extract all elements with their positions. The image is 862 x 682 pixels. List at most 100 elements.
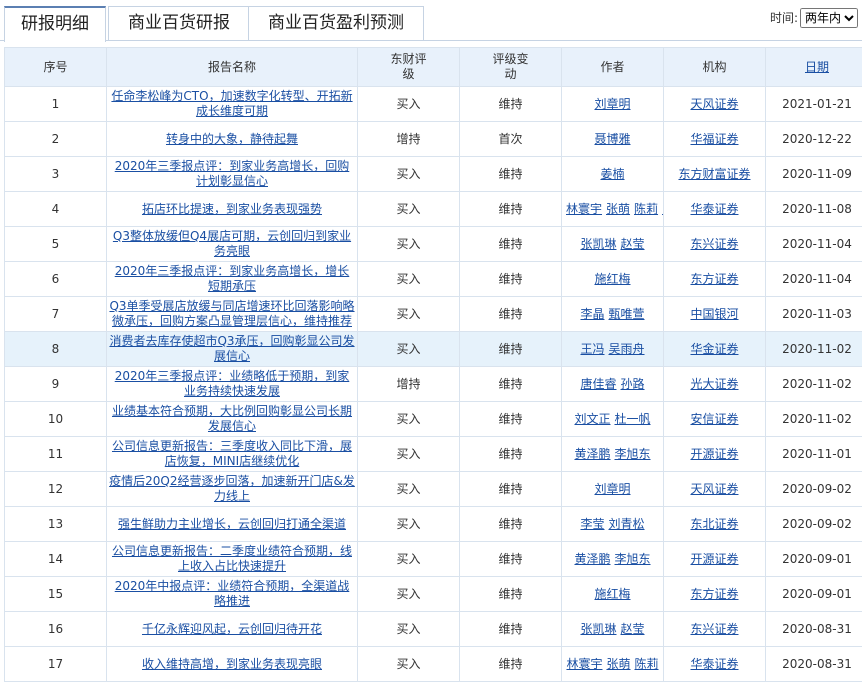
org-link[interactable]: 东兴证券: [690, 622, 738, 636]
author-link[interactable]: 施红梅: [594, 587, 630, 601]
report-title-link[interactable]: 任命李松峰为CTO，加速数字化转型、开拓新成长维度可期: [111, 89, 352, 118]
author-link[interactable]: 唐佳睿: [580, 377, 616, 391]
author-link[interactable]: 黄泽鹏: [574, 552, 610, 566]
sort-by-date-link[interactable]: 日期: [805, 60, 829, 74]
org-cell: 华福证券: [664, 122, 766, 157]
report-title-link[interactable]: 2020年三季报点评：业绩略低于预期，到家业务持续快速发展: [115, 369, 350, 398]
time-filter-label: 时间:: [770, 11, 798, 25]
report-title-cell: 2020年三季报点评：业绩略低于预期，到家业务持续快速发展: [107, 367, 358, 402]
report-title-cell: 2020年三季报点评：到家业务高增长，回购计划彰显信心: [107, 157, 358, 192]
report-title-link[interactable]: Q3整体放缓但Q4展店可期，云创回归到家业务亮眼: [113, 229, 351, 258]
table-row: 62020年三季报点评：到家业务高增长，增长短期承压买入维持施红梅东方证券202…: [5, 262, 862, 297]
report-title-cell: 拓店环比提速，到家业务表现强势: [107, 192, 358, 227]
author-link[interactable]: 张萌: [606, 657, 630, 671]
date-cell: 2020-09-02: [766, 472, 862, 507]
author-link[interactable]: 杜一帆: [615, 412, 651, 426]
report-title-link[interactable]: 强生鲜助力主业增长，云创回归打通全渠道: [118, 517, 346, 531]
tab-retail-reports[interactable]: 商业百货研报: [108, 6, 250, 40]
org-link[interactable]: 中国银河: [690, 307, 738, 321]
org-link[interactable]: 东方证券: [690, 272, 738, 286]
date-cell: 2020-11-09: [766, 157, 862, 192]
col-header-date[interactable]: 日期: [766, 48, 862, 87]
tab-retail-forecast[interactable]: 商业百货盈利预测: [248, 6, 424, 40]
row-index: 8: [5, 332, 107, 367]
author-link[interactable]: 陈莉: [635, 657, 659, 671]
author-link[interactable]: 李莹: [580, 517, 604, 531]
author-link[interactable]: 甄唯萱: [609, 307, 645, 321]
rating-change-cell: 首次: [460, 122, 562, 157]
rating-cell: 买入: [358, 577, 460, 612]
report-title-link[interactable]: 公司信息更新报告：三季度收入同比下滑，展店恢复，MINI店继续优化: [112, 439, 352, 468]
table-row: 1任命李松峰为CTO，加速数字化转型、开拓新成长维度可期买入维持刘章明天风证券2…: [5, 87, 862, 122]
author-link[interactable]: 李晶: [580, 307, 604, 321]
report-title-link[interactable]: 2020年中报点评：业绩符合预期，全渠道战略推进: [115, 579, 350, 608]
rating-change-cell: 维持: [460, 262, 562, 297]
org-link[interactable]: 华金证券: [690, 342, 738, 356]
author-link[interactable]: 黄泽鹏: [574, 447, 610, 461]
org-cell: 东兴证券: [664, 612, 766, 647]
org-link[interactable]: 开源证券: [690, 447, 738, 461]
author-link[interactable]: 李旭东: [615, 552, 651, 566]
author-link[interactable]: 刘章明: [594, 97, 630, 111]
org-cell: 光大证券: [664, 367, 766, 402]
org-link[interactable]: 华泰证券: [690, 202, 738, 216]
author-cell: 林寰宇张萌陈莉: [562, 647, 664, 682]
report-title-link[interactable]: 2020年三季报点评：到家业务高增长，增长短期承压: [115, 264, 350, 293]
org-cell: 安信证券: [664, 402, 766, 437]
author-link[interactable]: 林寰宇: [566, 657, 602, 671]
author-link[interactable]: 孙路: [621, 377, 645, 391]
report-title-link[interactable]: 拓店环比提速，到家业务表现强势: [142, 202, 322, 216]
org-link[interactable]: 东北证券: [690, 517, 738, 531]
org-link[interactable]: 华泰证券: [690, 657, 738, 671]
org-link[interactable]: 东方财富证券: [678, 167, 750, 181]
rating-cell: 买入: [358, 542, 460, 577]
rating-change-cell: 维持: [460, 87, 562, 122]
org-link[interactable]: 东方证券: [690, 587, 738, 601]
report-title-link[interactable]: 转身中的大象，静待起舞: [166, 132, 298, 146]
report-title-link[interactable]: 疫情后20Q2经营逐步回落，加速新开门店&发力线上: [109, 474, 355, 503]
author-cell: 李莹刘青松: [562, 507, 664, 542]
tab-report-detail[interactable]: 研报明细: [4, 6, 106, 42]
org-link[interactable]: 华福证券: [690, 132, 738, 146]
author-link[interactable]: 林寰宇: [566, 202, 602, 216]
org-link[interactable]: 东兴证券: [690, 237, 738, 251]
report-title-link[interactable]: 公司信息更新报告：二季度业绩符合预期，线上收入占比快速提升: [112, 544, 352, 573]
author-link[interactable]: 赵莹: [621, 237, 645, 251]
author-link[interactable]: 张凯琳: [580, 622, 616, 636]
author-link[interactable]: 王冯: [580, 342, 604, 356]
table-row: 32020年三季报点评：到家业务高增长，回购计划彰显信心买入维持姜楠东方财富证券…: [5, 157, 862, 192]
author-link[interactable]: 刘章明: [594, 482, 630, 496]
org-link[interactable]: 天风证券: [690, 482, 738, 496]
author-link[interactable]: 陈莉: [634, 202, 658, 216]
tab-bar: 研报明细 商业百货研报 商业百货盈利预测 时间:两年内: [0, 0, 862, 41]
author-link[interactable]: 张萌: [606, 202, 630, 216]
row-index: 7: [5, 297, 107, 332]
org-link[interactable]: 安信证券: [690, 412, 738, 426]
time-filter-select[interactable]: 两年内: [800, 8, 858, 28]
org-cell: 华泰证券: [664, 647, 766, 682]
author-link[interactable]: 聂博雅: [594, 132, 630, 146]
author-cell: 刘文正杜一帆: [562, 402, 664, 437]
author-link[interactable]: 吴雨舟: [609, 342, 645, 356]
report-title-link[interactable]: 2020年三季报点评：到家业务高增长，回购计划彰显信心: [115, 159, 350, 188]
author-link[interactable]: 姜楠: [600, 167, 624, 181]
report-title-link[interactable]: Q3单季受展店放缓与同店增速环比回落影响略微承压，回购方案凸显管理层信心，维持推…: [109, 299, 354, 328]
author-link[interactable]: 刘文正: [574, 412, 610, 426]
org-link[interactable]: 天风证券: [690, 97, 738, 111]
table-row: 4拓店环比提速，到家业务表现强势买入维持林寰宇张萌陈莉张诗宇华泰证券2020-1…: [5, 192, 862, 227]
rating-cell: 买入: [358, 612, 460, 647]
report-title-link[interactable]: 业绩基本符合预期，大比例回购彰显公司长期发展信心: [112, 404, 352, 433]
rating-cell: 买入: [358, 87, 460, 122]
org-link[interactable]: 开源证券: [690, 552, 738, 566]
report-title-link[interactable]: 千亿永辉迎风起，云创回归待开花: [142, 622, 322, 636]
author-link[interactable]: 刘青松: [609, 517, 645, 531]
author-link[interactable]: 赵莹: [621, 622, 645, 636]
author-link[interactable]: 施红梅: [594, 272, 630, 286]
rating-cell: 买入: [358, 437, 460, 472]
author-link[interactable]: 张凯琳: [580, 237, 616, 251]
report-title-link[interactable]: 消费者去库存使超市Q3承压，回购彰显公司发展信心: [109, 334, 354, 363]
col-header-rating: 东财评级: [358, 48, 460, 87]
org-link[interactable]: 光大证券: [690, 377, 738, 391]
author-link[interactable]: 李旭东: [615, 447, 651, 461]
report-title-link[interactable]: 收入维持高增，到家业务表现亮眼: [142, 657, 322, 671]
